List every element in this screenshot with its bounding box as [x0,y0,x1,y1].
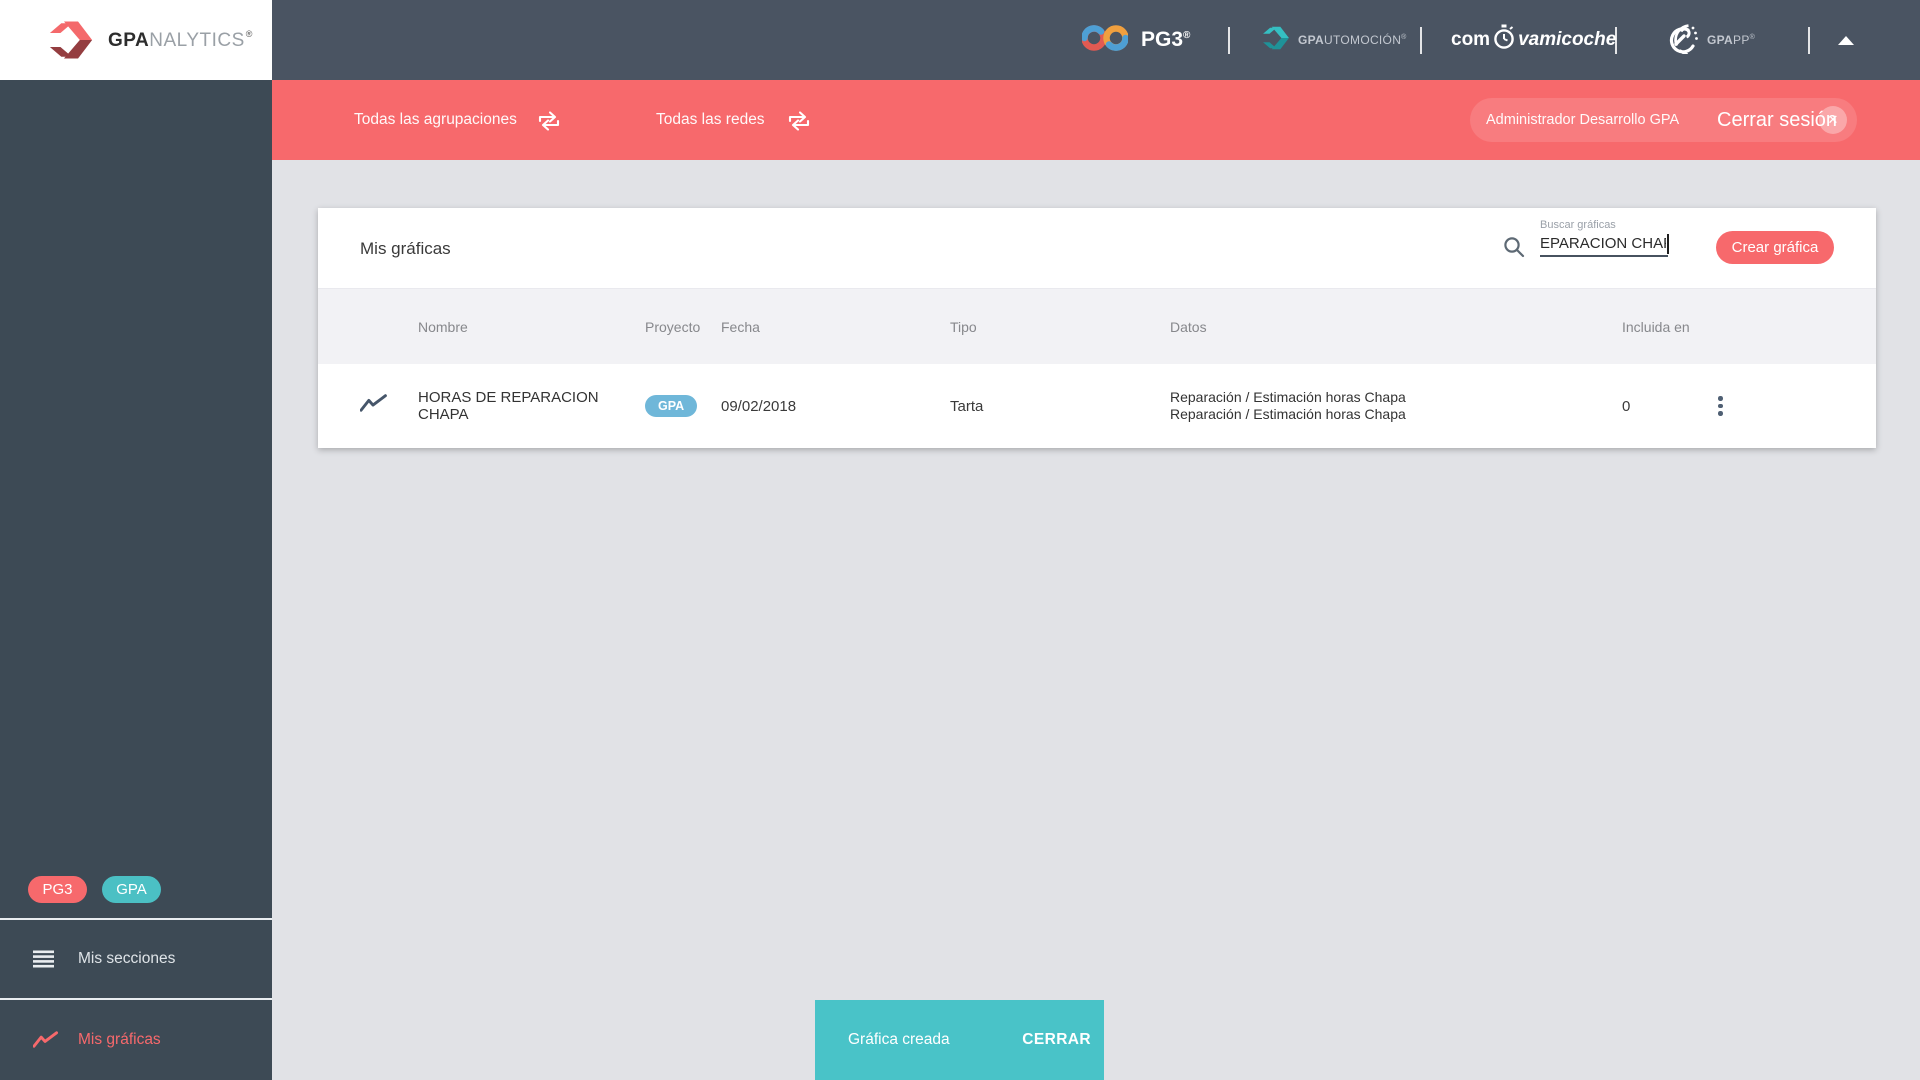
header-proyecto: Proyecto [645,318,701,335]
datos-line: Reparación / Estimación horas Chapa [1170,406,1406,422]
pg3-label: PG3® [1141,28,1191,51]
cell-proyecto: GPA [645,395,721,417]
com-logo-post: vamicoche [1518,29,1617,50]
sidebar-item-label: Mis gráficas [78,1031,161,1048]
user-name: Administrador Desarrollo GPA [1486,112,1680,128]
user-session-pill: Administrador Desarrollo GPA Cerrar sesi… [1470,98,1857,142]
gpapp-logo[interactable]: GPAPP® [1666,0,1755,80]
gpautomocion-label: GPAUTOMOCIÓN® [1298,33,1407,47]
cell-incluida-en: 0 [1622,397,1631,415]
pg3-logo[interactable]: PG3® [1081,0,1191,80]
gpanalytics-arrow-icon [49,21,93,59]
search-label: Buscar gráficas [1540,219,1616,231]
logout-close-icon[interactable]: ✕ [1819,106,1847,134]
cell-nombre: HORAS DE REPARACION CHAPA [418,389,599,423]
search-input[interactable] [1540,235,1666,255]
toast-message: Gráfica creada [848,1031,950,1048]
header-nombre: Nombre [418,318,468,335]
create-chart-button[interactable]: Crear gráfica [1716,231,1834,264]
top-bar-divider [1808,27,1810,54]
search-field: Buscar gráficas [1540,219,1669,257]
cell-fecha: 09/02/2018 [721,397,797,415]
page-title: Mis gráficas [360,239,451,258]
cell-datos: Reparación / Estimación horas Chapa Repa… [1170,389,1622,423]
com-logo-pre: com [1451,29,1491,50]
sidebar: PG3 GPA Mis secciones Mis gráficas [0,80,272,1080]
gpapp-label: GPAPP® [1707,33,1756,47]
row-menu-kebab-icon[interactable] [1718,396,1732,416]
stopwatch-icon [1490,24,1518,56]
datos-line: Reparación / Estimación horas Chapa [1170,389,1406,405]
search-icon[interactable] [1503,236,1525,263]
text-caret [1667,234,1669,254]
collapse-header-control[interactable] [1838,0,1854,80]
sidebar-item-mis-secciones[interactable]: Mis secciones [0,918,272,998]
toast-close-button[interactable]: CERRAR [1022,1031,1091,1049]
filter-redes[interactable]: Todas las redes [656,80,765,160]
filter-bar: Todas las agrupaciones Todas las redes A… [272,80,1920,160]
header-incluida-en: Incluida en [1622,318,1690,335]
list-lines-icon [33,950,59,968]
table-row[interactable]: HORAS DE REPARACION CHAPA GPA 09/02/2018… [318,364,1876,448]
sidebar-item-label: Mis secciones [78,950,176,967]
caret-up-icon [1838,35,1854,45]
gpanalytics-logo[interactable]: GPANALYTICS® [0,0,272,80]
pg3-infinity-icon [1081,22,1129,59]
trending-line-icon [33,1031,59,1049]
top-bar-divider [1228,27,1230,54]
sidebar-item-mis-graficas[interactable]: Mis gráficas [0,998,272,1080]
top-bar-divider [1615,27,1617,54]
project-badge: GPA [645,395,698,417]
cell-actions [1712,396,1876,416]
header-datos: Datos [1170,318,1207,335]
snackbar-toast: Gráfica creada CERRAR [815,1000,1104,1080]
swap-agrupaciones-icon[interactable] [538,111,560,136]
header-fecha: Fecha [721,318,760,335]
top-bar-divider [1420,27,1422,54]
gpautomocion-arrow-icon [1262,24,1290,57]
gpautomocion-logo[interactable]: GPAUTOMOCIÓN® [1262,0,1407,80]
gpanalytics-label: GPANALYTICS® [108,28,253,51]
sidebar-badges: PG3 GPA [0,860,272,918]
cell-tipo: Tarta [950,397,984,415]
comprobamicoche-logo[interactable]: com vamicoche [1451,0,1616,80]
header-tipo: Tipo [950,318,977,335]
gpa-badge: GPA [102,875,161,903]
app-root: PG3® GPAUTOMOCIÓN® com vamicoche GPAPP® … [0,0,1920,1080]
chart-type-icon [359,394,418,418]
mis-graficas-panel: Mis gráficas Buscar gráficas Crear gráfi… [318,208,1876,448]
pg3-badge: PG3 [28,875,87,903]
gpapp-wrench-icon [1666,22,1698,59]
top-bar: PG3® GPAUTOMOCIÓN® com vamicoche GPAPP® [0,0,1920,80]
sidebar-bottom: PG3 GPA Mis secciones Mis gráficas [0,860,272,1080]
filter-agrupaciones[interactable]: Todas las agrupaciones [354,80,517,160]
table-header: Nombre Proyecto Fecha Tipo Datos Incluid… [318,288,1876,364]
swap-redes-icon[interactable] [788,111,810,136]
